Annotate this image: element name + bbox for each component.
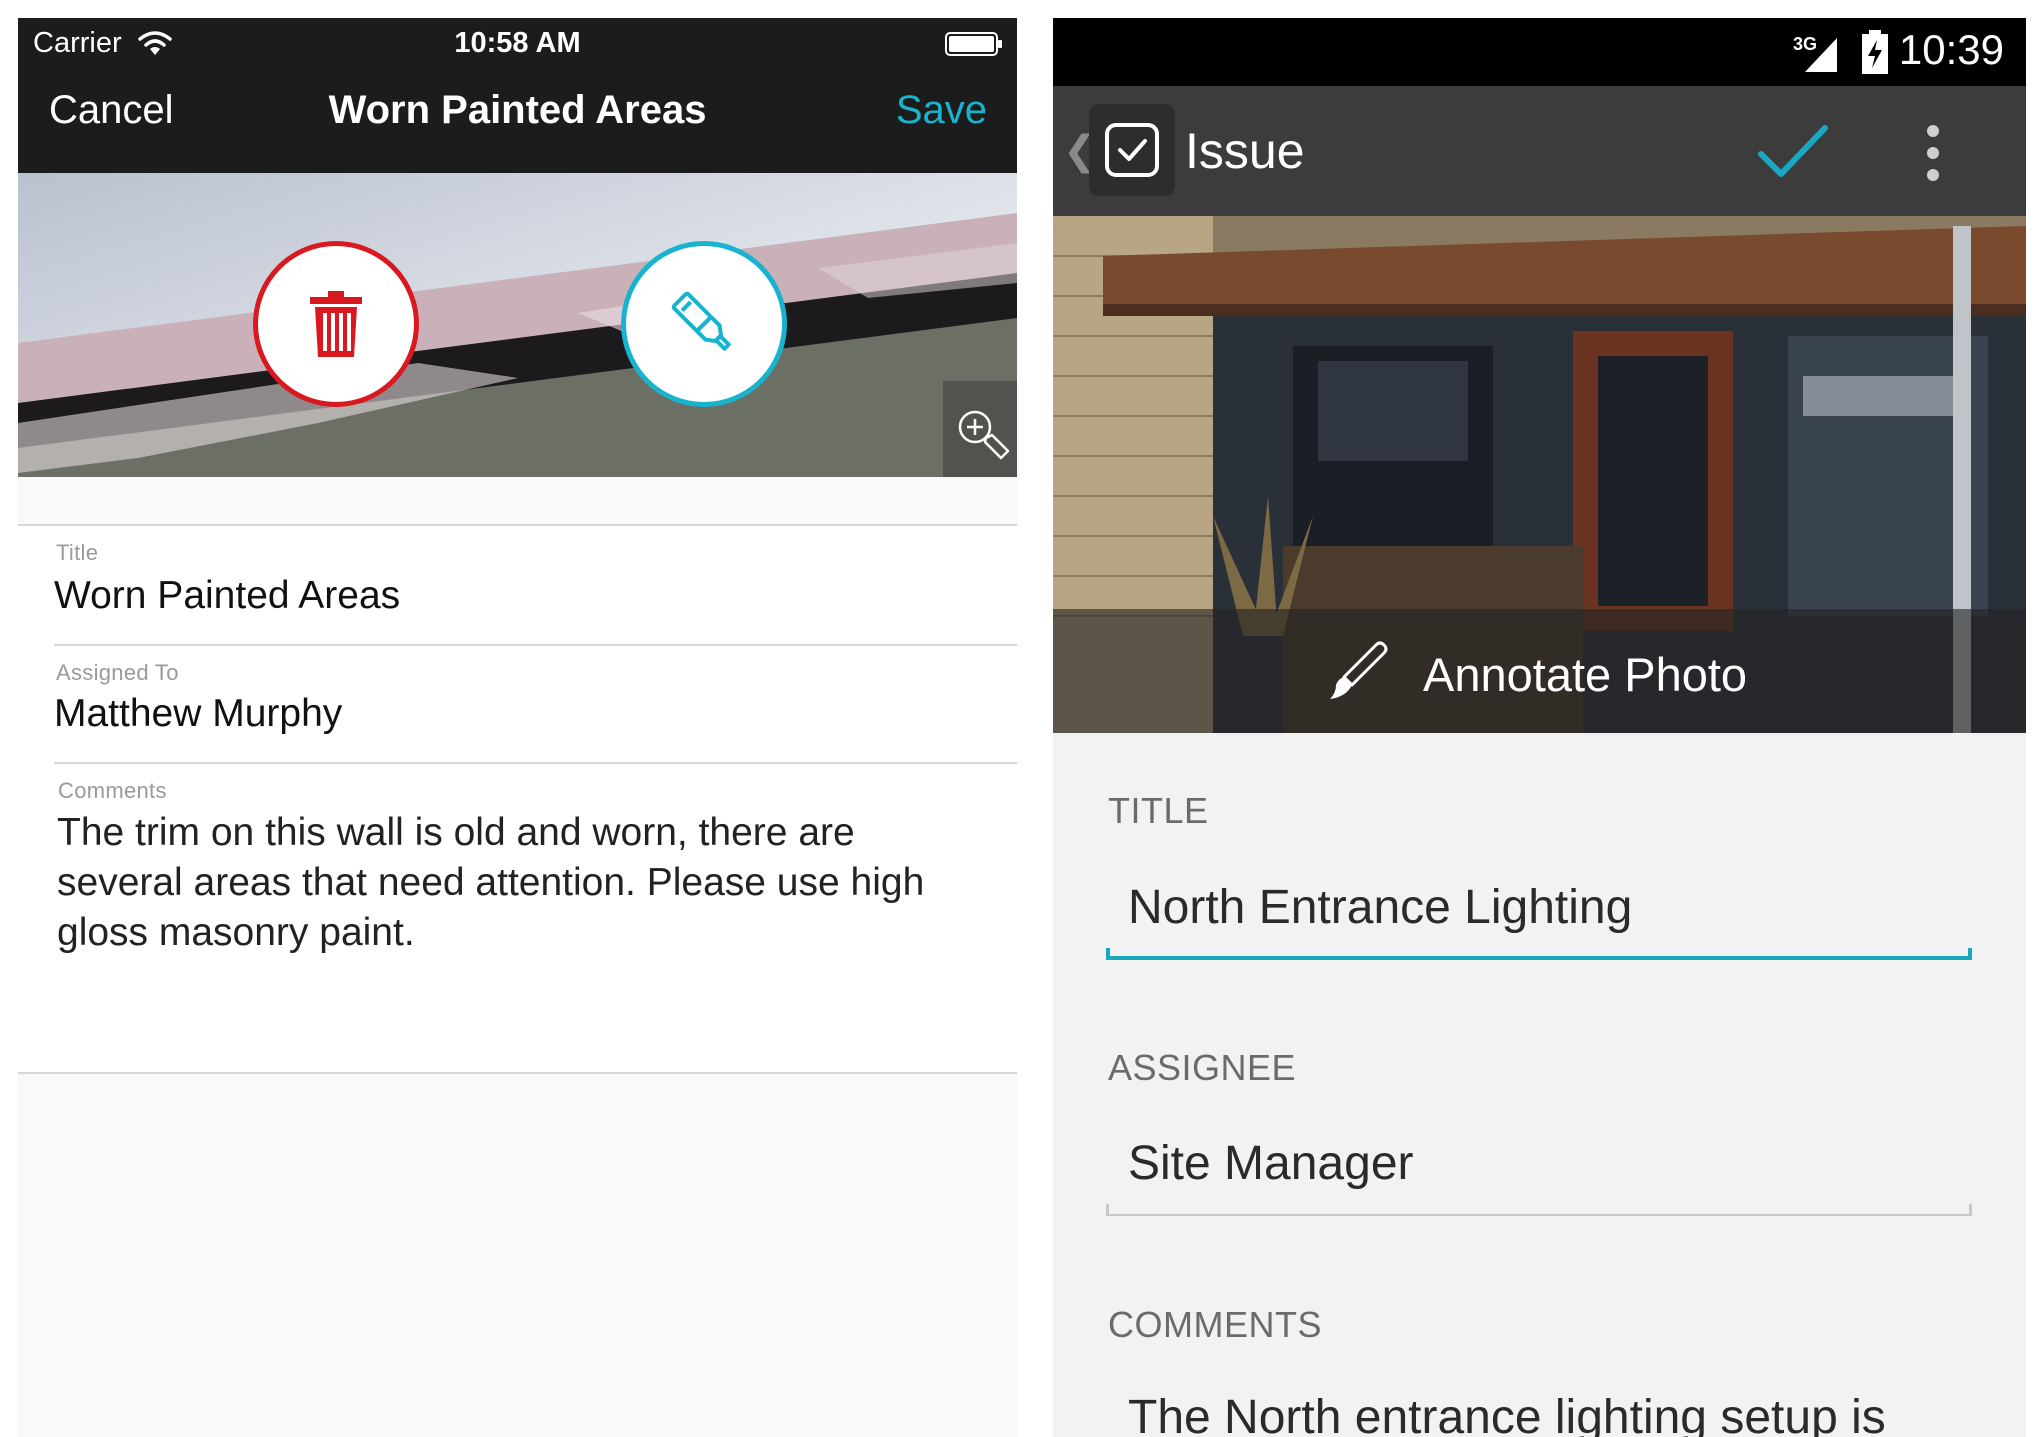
more-vert-icon[interactable]	[1923, 122, 1943, 184]
annotate-photo-button[interactable]: Annotate Photo	[1053, 609, 2026, 733]
wall-photo-image	[18, 173, 1017, 477]
assignee-label: ASSIGNEE	[1108, 1047, 1297, 1088]
brush-icon	[1330, 641, 1388, 699]
zoom-photo-button[interactable]	[943, 381, 1017, 477]
annotate-photo-button[interactable]	[621, 241, 787, 407]
checkbox-icon	[1105, 123, 1159, 177]
delete-photo-button[interactable]	[253, 241, 419, 407]
ios-status-bar: Carrier 10:58 AM	[18, 18, 1017, 70]
assigned-to-value[interactable]: Matthew Murphy	[54, 692, 342, 736]
app-bar-title: Issue	[1185, 123, 1305, 179]
comments-input[interactable]: The North entrance lighting setup is	[1106, 1390, 1972, 1437]
title-input[interactable]: North Entrance Lighting	[1106, 880, 1972, 960]
cancel-button[interactable]: Cancel	[49, 88, 174, 133]
comments-label: COMMENTS	[1108, 1304, 1322, 1345]
assigned-to-field[interactable]: Assigned To Matthew Murphy	[54, 646, 1017, 764]
comments-textarea[interactable]: The trim on this wall is old and worn, t…	[57, 808, 987, 958]
android-status-bar: 3G 10:39	[1053, 18, 2026, 86]
issue-photo	[18, 173, 1017, 477]
title-input-value: North Entrance Lighting	[1128, 881, 1633, 934]
title-input[interactable]: Worn Painted Areas	[54, 574, 400, 618]
comments-field[interactable]: Comments The trim on this wall is old an…	[54, 764, 1017, 1064]
marker-icon	[671, 291, 731, 351]
ios-top-bar: Carrier 10:58 AM Cancel Worn Painted Are…	[18, 18, 1017, 173]
issue-form: Title Worn Painted Areas Assigned To Mat…	[18, 524, 1017, 1074]
underline-tick	[1106, 1204, 1109, 1216]
signal-icon: 3G	[1793, 34, 1837, 72]
issue-photo: Annotate Photo	[1053, 216, 2026, 733]
ios-nav-bar: Cancel Worn Painted Areas Save	[18, 88, 1017, 158]
title-label: Title	[56, 540, 99, 565]
battery-icon	[945, 32, 1002, 56]
network-type-label: 3G	[1793, 34, 1817, 54]
assignee-input-value: Site Manager	[1128, 1137, 1414, 1190]
battery-charging-icon	[1862, 30, 1888, 74]
underline-tick	[1969, 1204, 1972, 1216]
app-home-button[interactable]	[1089, 104, 1175, 196]
save-button[interactable]: Save	[896, 88, 987, 133]
ios-screen: Carrier 10:58 AM Cancel Worn Painted Are…	[18, 18, 1017, 1437]
zoom-in-icon	[958, 410, 1010, 460]
android-app-bar: ❮ Issue	[1053, 86, 2026, 216]
comments-label: Comments	[58, 778, 167, 803]
title-field[interactable]: Title Worn Painted Areas	[54, 526, 1017, 646]
check-icon[interactable]	[1757, 120, 1829, 182]
underline-tick	[1968, 948, 1972, 960]
trash-icon	[310, 291, 362, 357]
underline-tick	[1106, 948, 1110, 960]
annotate-photo-label: Annotate Photo	[1423, 648, 1748, 701]
assignee-input[interactable]: Site Manager	[1106, 1136, 1972, 1216]
title-label: TITLE	[1108, 790, 1209, 831]
comments-input-value: The North entrance lighting setup is	[1128, 1391, 1886, 1437]
android-status-time: 10:39	[1898, 26, 2004, 73]
assigned-to-label: Assigned To	[56, 660, 179, 685]
title-underline	[1106, 956, 1972, 960]
ios-status-time: 10:58 AM	[454, 27, 581, 59]
assignee-underline	[1106, 1214, 1972, 1216]
android-screen: 3G 10:39 ❮ Issue Annotate Photo TITLE No…	[1053, 18, 2026, 1437]
